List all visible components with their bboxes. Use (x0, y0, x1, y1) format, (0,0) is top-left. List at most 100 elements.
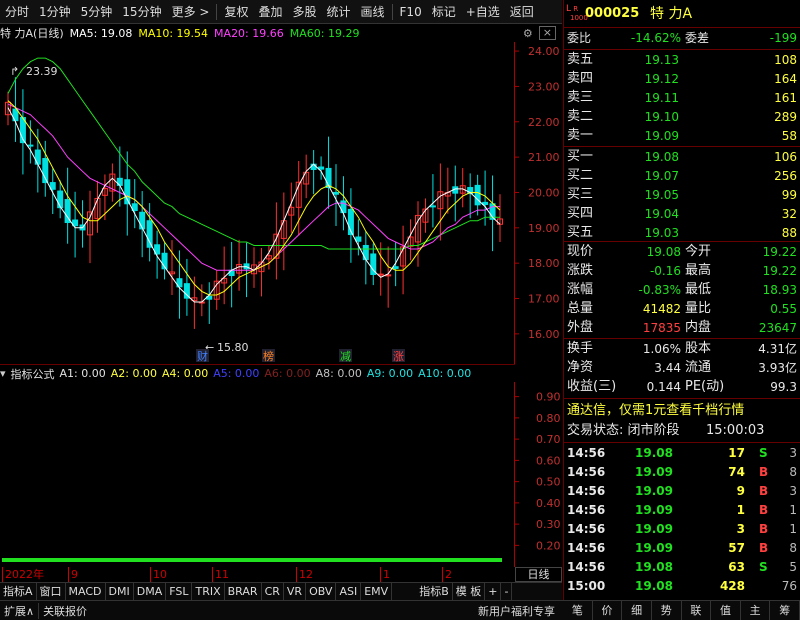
expand-button[interactable]: 扩展∧ (0, 603, 38, 619)
asks-row-2[interactable]: 卖三 19.11 161 (564, 89, 800, 107)
tick-volume: 3 (736, 522, 745, 536)
toolbar-item-6[interactable]: 叠加 (253, 0, 287, 24)
toolbar-item-8[interactable]: 统计 (322, 0, 356, 24)
toolbar-item-13[interactable]: 返回 (505, 0, 539, 24)
tab-15[interactable]: + (485, 582, 502, 601)
bids-row-2[interactable]: 买三 19.05 99 (564, 186, 800, 204)
candle-body (482, 201, 489, 205)
tab-6[interactable]: TRIX (192, 582, 225, 601)
fund-value-b: 4.31亿 (758, 342, 797, 356)
right-panel-tabs: 笔价细势联值主筹 (563, 601, 800, 620)
tab-2[interactable]: MACD (66, 582, 106, 601)
ma20-value: MA20: 19.66 (214, 26, 284, 40)
bids-row-1[interactable]: 买二 19.07 256 (564, 167, 800, 185)
stat-label-b: 量比 (685, 301, 712, 316)
toolbar-item-11[interactable]: 标记 (427, 0, 461, 24)
event-marker-3[interactable]: 涨 (393, 350, 404, 363)
panel-tab-3[interactable]: 势 (652, 601, 682, 620)
indicator-name[interactable]: 指标公式 (11, 366, 55, 382)
date-tick-5: 1 (380, 567, 390, 582)
bids-row-4[interactable]: 买五 19.03 88 (564, 224, 800, 242)
bids-row-0[interactable]: 买一 19.08 106 (564, 148, 800, 166)
indicator-chart[interactable]: 0.90 0.80 0.70 0.60 0.50 0.40 0.30 0.20 (0, 382, 562, 567)
tab-11[interactable]: ASI (336, 582, 362, 601)
y-tick-label-8: 16.00 (528, 328, 560, 341)
asks-row-0[interactable]: 卖五 19.13 108 (564, 51, 800, 69)
stat-value-a: 41482 (642, 302, 681, 316)
toolbar-item-5[interactable]: 复权 (219, 0, 253, 24)
trade-status-row: 交易状态: 闭市阶段 15:00:03 (564, 421, 800, 441)
tab-13[interactable]: 指标B (416, 582, 453, 601)
toolbar-item-2[interactable]: 5分钟 (76, 0, 118, 24)
tab-12[interactable]: EMV (361, 582, 393, 601)
toolbar-item-4[interactable]: 更多 > (167, 0, 215, 24)
toolbar-item-7[interactable]: 多股 (287, 0, 321, 24)
asks-row-3[interactable]: 卖二 19.10 289 (564, 108, 800, 126)
sub-tick-label-5: 0.40 (536, 497, 561, 510)
tab-14[interactable]: 模 板 (453, 582, 486, 601)
bids-row-3[interactable]: 买四 19.04 32 (564, 205, 800, 223)
toolbar-item-9[interactable]: 画线 (356, 0, 390, 24)
indicator-value-2: A4: 0.00 (161, 367, 209, 380)
bids-volume: 106 (774, 150, 797, 164)
toolbar-item-12[interactable]: +自选 (461, 0, 505, 24)
related-quote-button[interactable]: 关联报价 (38, 602, 91, 619)
panel-tab-1[interactable]: 价 (593, 601, 623, 620)
tick-time: 14:56 (567, 522, 606, 536)
panel-tab-2[interactable]: 细 (622, 601, 652, 620)
level-badge: L R (566, 4, 579, 14)
panel-tab-6[interactable]: 主 (741, 601, 771, 620)
tick-count: 8 (789, 465, 797, 479)
period-label[interactable]: 日线 (515, 567, 562, 582)
date-tick-6: 2 (442, 567, 452, 582)
toolbar-item-0[interactable]: 分时 (0, 0, 34, 24)
stock-name: 特 力A (650, 6, 693, 22)
tick-count: 3 (789, 484, 797, 498)
panel-tab-7[interactable]: 筹 (770, 601, 800, 620)
y-tick-label-3: 21.00 (528, 151, 560, 164)
y-tick-label-7: 17.00 (528, 293, 560, 306)
promo-link[interactable]: 新用户福利专享 (478, 603, 555, 619)
settings-icon[interactable]: ⚙ (523, 27, 533, 40)
panel-tab-5[interactable]: 值 (711, 601, 741, 620)
asks-row-4[interactable]: 卖一 19.09 58 (564, 127, 800, 145)
tab-4[interactable]: DMA (134, 582, 167, 601)
close-icon[interactable]: × (538, 26, 556, 40)
tick-time: 14:56 (567, 465, 606, 479)
tab-5[interactable]: FSL (166, 582, 193, 601)
fund-value-a: 3.44 (654, 361, 681, 375)
stat-value-b: 19.22 (762, 264, 797, 278)
fund-label-b: PE(动) (685, 379, 725, 394)
tab-3[interactable]: DMI (106, 582, 134, 601)
asks-volume: 289 (774, 110, 797, 124)
panel-tab-4[interactable]: 联 (682, 601, 712, 620)
tab-1[interactable]: 窗口 (37, 582, 66, 601)
promo-text[interactable]: 通达信，仅需1元查看千档行情 (567, 401, 744, 421)
promo-row[interactable]: 通达信，仅需1元查看千档行情 (564, 401, 800, 421)
indicator-tabs: 指标A 窗口 MACD DMI DMA FSL TRIX BRAR CR VR OBV ASI EMV 指… (0, 582, 562, 601)
toolbar-item-3[interactable]: 15分钟 (117, 0, 166, 24)
stat-value-b: 18.93 (762, 283, 797, 297)
tab-0[interactable]: 指标A (0, 582, 37, 601)
tab-8[interactable]: CR (262, 582, 284, 601)
stat-value-b: 0.55 (770, 302, 797, 316)
asks-volume: 108 (774, 53, 797, 67)
event-marker-0[interactable]: 财 (197, 349, 208, 363)
webi-value: -14.62% (630, 31, 681, 45)
fund-row-1: 净资 3.44 流通 3.93亿 (564, 359, 800, 377)
toolbar-item-10[interactable]: F10 (395, 0, 427, 24)
candlestick-chart[interactable]: 24.00 23.00 22.00 21.00 20.00 19.00 18.00 17.00… (0, 42, 562, 364)
tab-9[interactable]: VR (284, 582, 307, 601)
event-marker-2[interactable]: 减 (340, 350, 351, 363)
toolbar-item-1[interactable]: 1分钟 (34, 0, 76, 24)
panel-tab-0[interactable]: 笔 (563, 601, 593, 620)
stat-value-a: -0.83% (638, 283, 681, 297)
date-tick-0: 2022年 (2, 567, 44, 582)
event-marker-1[interactable]: 榜 (263, 349, 274, 363)
tab-7[interactable]: BRAR (225, 582, 262, 601)
tab-16[interactable]: - (501, 582, 513, 601)
tab-10[interactable]: OBV (306, 582, 337, 601)
dropdown-arrow-icon[interactable]: ▾ (0, 367, 6, 380)
ma60-line (7, 57, 500, 250)
asks-row-1[interactable]: 卖四 19.12 164 (564, 70, 800, 88)
